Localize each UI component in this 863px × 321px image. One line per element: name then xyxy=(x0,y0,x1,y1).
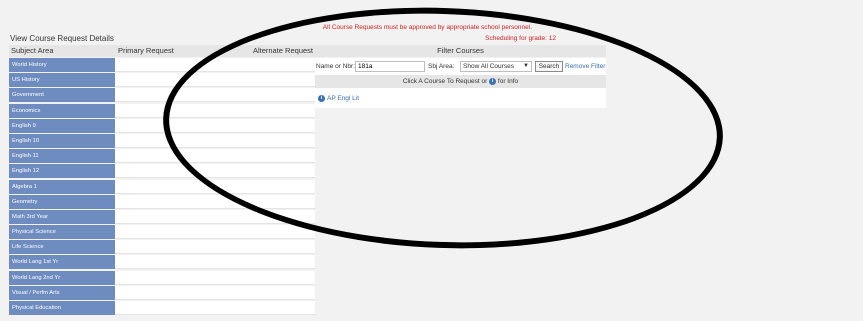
subject-list: World History US History Government Econ… xyxy=(9,58,115,316)
subject-area-select[interactable]: Show All Courses ▼ xyxy=(460,61,532,72)
primary-request-cell[interactable] xyxy=(115,225,315,240)
primary-request-header: Primary Request xyxy=(115,45,239,57)
remove-filter-link[interactable]: Remove Filter xyxy=(565,63,605,70)
info-icon[interactable]: i xyxy=(318,95,325,102)
subject-visual-perfm-arts[interactable]: Visual / Perfm Arts xyxy=(9,285,115,300)
approval-notice: All Course Requests must be approved by … xyxy=(322,24,532,31)
subject-math-3rd-year[interactable]: Math 3rd Year xyxy=(9,209,115,224)
instruction-bar: Click A Course To Request or i for Info xyxy=(315,75,606,88)
filter-panel: Name or Nbr: Sbj Area: Show All Courses … xyxy=(315,58,606,108)
subject-english-9[interactable]: English 9 xyxy=(9,118,115,133)
subject-government[interactable]: Government xyxy=(9,88,115,103)
filter-row: Name or Nbr: Sbj Area: Show All Courses … xyxy=(315,60,606,74)
subject-world-history[interactable]: World History xyxy=(9,58,115,72)
primary-request-cell[interactable] xyxy=(115,285,315,300)
subject-algebra-1[interactable]: Algebra 1 xyxy=(9,179,115,194)
subject-world-lang-2nd-yr[interactable]: World Lang 2nd Yr xyxy=(9,270,115,285)
subject-english-12[interactable]: English 12 xyxy=(9,164,115,179)
primary-request-cell[interactable] xyxy=(115,209,315,224)
page-title: View Course Request Details xyxy=(10,34,114,43)
name-or-number-input[interactable] xyxy=(355,61,425,72)
chevron-down-icon: ▼ xyxy=(523,63,529,69)
subject-life-science[interactable]: Life Science xyxy=(9,240,115,255)
subject-physical-science[interactable]: Physical Science xyxy=(9,225,115,240)
primary-request-cell[interactable] xyxy=(115,133,315,148)
primary-request-cell[interactable] xyxy=(115,194,315,209)
subject-geometry[interactable]: Geometry xyxy=(9,194,115,209)
subject-world-lang-1st-yr[interactable]: World Lang 1st Yr xyxy=(9,255,115,270)
course-result[interactable]: i AP Engl Lit xyxy=(318,95,359,102)
primary-request-cell[interactable] xyxy=(115,270,315,285)
primary-request-cell[interactable] xyxy=(115,149,315,164)
subject-area-select-value: Show All Courses xyxy=(463,63,514,70)
alternate-request-header: Alternate Request xyxy=(239,45,315,57)
primary-request-cell[interactable] xyxy=(115,118,315,133)
primary-request-cell[interactable] xyxy=(115,164,315,179)
subject-area-label: Sbj Area: xyxy=(428,63,455,70)
primary-request-cell[interactable] xyxy=(115,240,315,255)
instruction-prefix: Click A Course To Request or xyxy=(402,78,488,85)
primary-request-cell[interactable] xyxy=(115,179,315,194)
primary-request-cell[interactable] xyxy=(115,103,315,118)
subject-physical-education[interactable]: Physical Education xyxy=(9,301,115,315)
primary-request-cell[interactable] xyxy=(115,73,315,88)
subject-area-header: Subject Area xyxy=(9,45,115,57)
name-or-number-label: Name or Nbr: xyxy=(316,63,356,70)
primary-request-cell[interactable] xyxy=(115,301,315,315)
primary-request-cell[interactable] xyxy=(115,58,315,72)
subject-us-history[interactable]: US History xyxy=(9,73,115,88)
subject-economics[interactable]: Economics xyxy=(9,103,115,118)
primary-request-cell[interactable] xyxy=(115,255,315,270)
info-icon: i xyxy=(489,77,497,85)
primary-request-column xyxy=(115,58,315,316)
instruction-suffix: for Info xyxy=(497,78,519,85)
course-link[interactable]: AP Engl Lit xyxy=(327,95,359,102)
primary-request-cell[interactable] xyxy=(115,88,315,103)
filter-courses-header: Filter Courses xyxy=(315,45,606,57)
search-button[interactable]: Search xyxy=(535,61,563,72)
subject-english-11[interactable]: English 11 xyxy=(9,149,115,164)
subject-english-10[interactable]: English 10 xyxy=(9,133,115,148)
